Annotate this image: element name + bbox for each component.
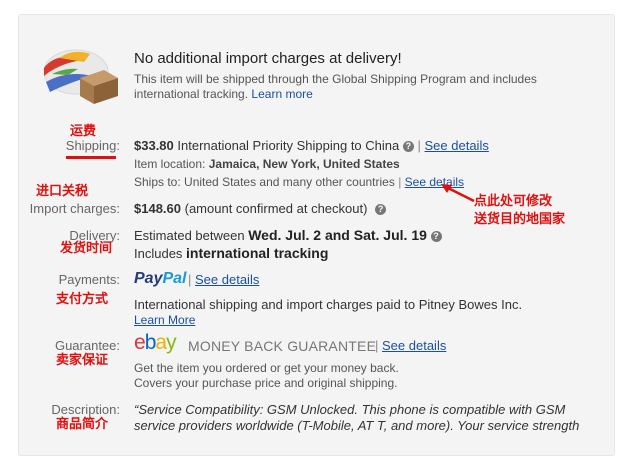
delivery-range: Wed. Jul. 2 and Sat. Jul. 19	[248, 227, 427, 243]
payments-label: Payments:	[58, 272, 120, 287]
header-learn-more-link[interactable]: Learn more	[251, 87, 312, 101]
ebay-logo-b: b	[144, 331, 157, 354]
ebay-logo-a: a	[155, 331, 167, 354]
shipping-see-details-link[interactable]: See details	[425, 138, 489, 153]
guarantee-annotation: 卖家保证	[56, 353, 109, 368]
guarantee-details: | See details	[375, 338, 447, 353]
description-line1: “Service Compatibility: GSM Unlocked. Th…	[134, 402, 566, 417]
payments-note: International shipping and import charge…	[134, 297, 523, 312]
ebay-logo: ebay	[134, 331, 177, 355]
callout-arrow-icon	[441, 184, 475, 203]
guarantee-see-details-link[interactable]: See details	[382, 338, 446, 353]
shipping-row: $33.80 International Priority Shipping t…	[134, 138, 489, 153]
paypal-logo-pal: Pal	[162, 270, 187, 287]
payments-learn-more-link[interactable]: Learn More	[134, 313, 195, 327]
delivery-includes: Includes	[134, 246, 183, 261]
import-annotation: 进口关税	[36, 184, 89, 199]
payments-learn-more: Learn More	[134, 313, 195, 327]
money-back-guarantee: MONEY BACK GUARANTEE	[188, 338, 377, 354]
delivery-tracking: Includes international tracking	[134, 245, 328, 261]
shipping-service: International Priority Shipping to China	[177, 138, 400, 153]
paypal-logo-pay: Pay	[134, 270, 163, 287]
payments-annotation: 支付方式	[56, 292, 109, 307]
callout-line1: 点此处可修改	[474, 194, 553, 209]
help-icon[interactable]: ?	[375, 204, 387, 215]
description-annotation: 商品简介	[56, 417, 109, 432]
import-label: Import charges:	[29, 201, 120, 216]
guarantee-line1: Get the item you ordered or get your mon…	[134, 361, 399, 375]
paypal-logo: PayPal	[134, 270, 186, 288]
item-location: Item location: Jamaica, New York, United…	[134, 157, 400, 171]
item-location-value: Jamaica, New York, United States	[208, 157, 400, 171]
import-price: $148.60	[134, 201, 181, 216]
header-desc-line2: international tracking. Learn more	[134, 87, 313, 101]
shipping-label: Shipping:	[65, 138, 120, 153]
ships-to-label: Ships to:	[134, 175, 181, 189]
ebay-logo-y: y	[166, 331, 176, 354]
import-row: $148.60 (amount confirmed at checkout) ?	[134, 201, 387, 216]
ebay-logo-e: e	[134, 331, 146, 354]
item-location-label: Item location:	[134, 157, 206, 171]
header-desc-text: international tracking.	[134, 87, 249, 101]
import-note: (amount confirmed at checkout)	[184, 201, 368, 216]
delivery-estimate: Estimated between Wed. Jul. 2 and Sat. J…	[134, 227, 442, 243]
help-icon[interactable]: ?	[430, 231, 442, 242]
payments-see-details-link[interactable]: See details	[195, 272, 259, 287]
delivery-annotation: 发货时间	[60, 241, 113, 256]
shipping-annotation: 运费	[70, 124, 97, 139]
ships-to-value: United States and many other countries	[184, 175, 395, 189]
delivery-prefix: Estimated between	[134, 228, 245, 243]
global-shipping-icon	[43, 49, 118, 104]
payments-details: | See details	[188, 272, 260, 287]
help-icon[interactable]: ?	[402, 141, 414, 152]
shipping-price: $33.80	[134, 138, 174, 153]
header-desc-line1: This item will be shipped through the Gl…	[134, 72, 537, 86]
callout-line2: 送货目的地国家	[474, 212, 566, 227]
guarantee-line2: Covers your purchase price and original …	[134, 376, 398, 390]
ships-to: Ships to: United States and many other c…	[134, 175, 465, 189]
header-title: No additional import charges at delivery…	[134, 50, 402, 67]
shipping-underline-mark	[66, 156, 116, 159]
delivery-tracking-text: international tracking	[186, 245, 329, 261]
